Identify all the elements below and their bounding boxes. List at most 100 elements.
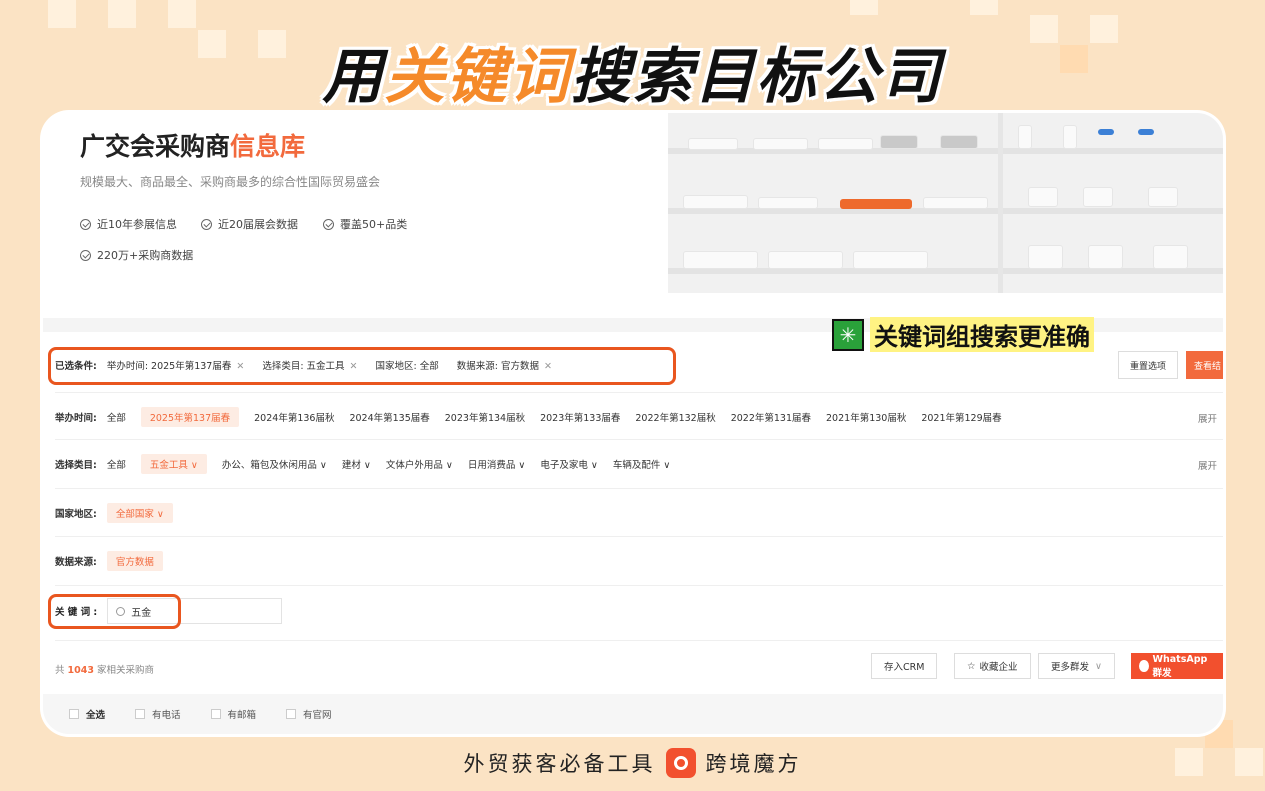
divider <box>55 536 1223 537</box>
category-option[interactable]: 全部 <box>107 457 126 471</box>
filter-row-region: 国家地区: 全部国家 <box>55 493 188 533</box>
footer-text: 外贸获客必备工具 <box>463 752 656 776</box>
decor-square <box>48 0 76 28</box>
divider <box>55 488 1223 489</box>
feature-item: 220万+采购商数据 <box>80 247 193 263</box>
divider <box>55 392 1223 393</box>
save-to-crm-button[interactable]: 存入CRM <box>871 653 938 679</box>
filter-label: 数据来源: <box>55 557 97 568</box>
result-number: 1043 <box>67 665 94 676</box>
decor-square <box>168 0 196 28</box>
button-label: 更多群发 <box>1051 662 1090 673</box>
time-option[interactable]: 2024年第136届秋 <box>254 410 334 424</box>
result-count: 共 1043 家相关采购商 <box>55 662 154 676</box>
keyword-tip-banner: ✳ 关键词组搜索更准确 <box>832 317 1094 352</box>
select-all-checkbox[interactable]: 全选 <box>69 707 105 721</box>
button-label: WhatsApp群发 <box>1152 653 1208 679</box>
footer-brand: 跨境魔方 <box>705 752 802 776</box>
divider <box>55 439 1223 440</box>
reset-options-button[interactable]: 重置选项 <box>1118 351 1178 379</box>
category-option[interactable]: 文体户外用品 <box>386 457 453 471</box>
time-option[interactable]: 2024年第135届春 <box>349 410 429 424</box>
time-option[interactable]: 全部 <box>107 410 126 424</box>
feature-item: 近20届展会数据 <box>201 216 298 232</box>
filter-label: 选择类目: <box>55 460 97 471</box>
feature-label: 近10年参展信息 <box>97 218 177 231</box>
favorite-company-button[interactable]: ☆ 收藏企业 <box>954 653 1031 679</box>
time-option[interactable]: 2023年第133届春 <box>540 410 620 424</box>
more-broadcast-dropdown[interactable]: 更多群发 ∨ <box>1038 653 1115 679</box>
divider <box>55 585 1223 586</box>
hero-title-accent: 信息库 <box>230 132 306 161</box>
check-circle-icon <box>80 218 91 230</box>
decor-square <box>970 0 998 15</box>
has-email-checkbox[interactable]: 有邮箱 <box>210 707 257 721</box>
check-circle-icon <box>80 249 91 261</box>
checkbox-label: 全选 <box>86 710 106 721</box>
feature-label: 近20届展会数据 <box>218 218 298 231</box>
category-option[interactable]: 车辆及配件 <box>613 457 671 471</box>
time-option[interactable]: 2022年第131届春 <box>731 410 811 424</box>
checkbox-icon <box>69 709 79 719</box>
view-results-button[interactable]: 查看结 <box>1186 351 1223 379</box>
filter-row-category: 选择类目: 全部 五金工具 办公、箱包及休闲用品 建材 文体户外用品 日用消费品… <box>55 444 685 484</box>
checkbox-label: 有官网 <box>303 710 332 721</box>
has-phone-checkbox[interactable]: 有电话 <box>135 707 181 721</box>
feature-item: 近10年参展信息 <box>80 216 177 232</box>
filter-row-source: 数据来源: 官方数据 <box>55 541 178 581</box>
category-option-selected[interactable]: 五金工具 <box>140 454 207 474</box>
time-option[interactable]: 2023年第134届秋 <box>445 410 525 424</box>
checkbox-icon <box>286 709 297 719</box>
checkbox-label: 有电话 <box>152 710 181 721</box>
feature-item: 覆盖50+品类 <box>323 216 407 232</box>
time-option[interactable]: 2021年第130届秋 <box>826 410 906 424</box>
category-option[interactable]: 日用消费品 <box>468 457 526 471</box>
brand-logo-icon <box>665 748 696 778</box>
headline: 用关键词搜索目标公司 <box>0 28 1265 115</box>
button-label: 收藏企业 <box>979 662 1018 673</box>
whatsapp-broadcast-button[interactable]: WhatsApp群发 <box>1131 653 1223 679</box>
region-select[interactable]: 全部国家 <box>106 503 173 523</box>
source-option-selected[interactable]: 官方数据 <box>106 551 163 571</box>
filter-label: 国家地区: <box>55 509 97 520</box>
filter-checkbox-bar: 全选 有电话 有邮箱 有官网 <box>43 694 1223 734</box>
filter-label: 举办时间: <box>55 413 97 424</box>
headline-part2: 搜索目标公司 <box>570 42 943 112</box>
category-option[interactable]: 电子及家电 <box>540 457 598 471</box>
expand-time-button[interactable]: 展开 <box>1198 411 1217 425</box>
highlight-ring-conditions <box>48 347 676 385</box>
check-circle-icon <box>201 218 212 230</box>
feature-label: 220万+采购商数据 <box>97 249 194 262</box>
category-option[interactable]: 建材 <box>342 457 371 471</box>
feature-label: 覆盖50+品类 <box>340 218 408 231</box>
screenshot-card: 广交会采购商信息库 规模最大、商品最全、采购商最多的综合性国际贸易盛会 近10年… <box>43 113 1223 734</box>
time-option-selected[interactable]: 2025年第137届春 <box>140 407 240 427</box>
button-label: 存入CRM <box>884 662 925 673</box>
decor-square <box>850 0 878 15</box>
has-website-checkbox[interactable]: 有官网 <box>286 707 332 721</box>
checkbox-icon <box>135 709 146 719</box>
sparkle-icon: ✳ <box>832 318 864 351</box>
result-suffix: 家相关采购商 <box>93 665 155 676</box>
hero-subtitle: 规模最大、商品最全、采购商最多的综合性国际贸易盛会 <box>80 175 381 189</box>
decor-square <box>108 0 136 28</box>
hero-title-main: 广交会采购商 <box>80 132 231 161</box>
headline-part1: 用 <box>322 42 385 112</box>
checkbox-icon <box>210 709 221 719</box>
banner-text: 关键词组搜索更准确 <box>870 317 1094 352</box>
time-option[interactable]: 2021年第129届春 <box>921 410 1001 424</box>
filter-row-time: 举办时间: 全部 2025年第137届春 2024年第136届秋 2024年第1… <box>55 397 1017 437</box>
whatsapp-icon <box>1139 660 1149 672</box>
category-option[interactable]: 办公、箱包及休闲用品 <box>222 457 327 471</box>
footer: 外贸获客必备工具 跨境魔方 <box>0 748 1265 778</box>
hero-title: 广交会采购商信息库 <box>80 127 305 163</box>
time-option[interactable]: 2022年第132届秋 <box>635 410 715 424</box>
hero-section: 广交会采购商信息库 规模最大、商品最全、采购商最多的综合性国际贸易盛会 近10年… <box>43 113 1223 318</box>
checkbox-label: 有邮箱 <box>227 710 257 721</box>
check-circle-icon <box>323 218 334 230</box>
expand-category-button[interactable]: 展开 <box>1198 458 1217 472</box>
highlight-ring-keyword <box>48 594 181 629</box>
hero-product-shelf-image <box>668 113 1223 293</box>
star-icon: ☆ <box>967 660 976 672</box>
headline-highlight: 关键词 <box>384 42 571 112</box>
